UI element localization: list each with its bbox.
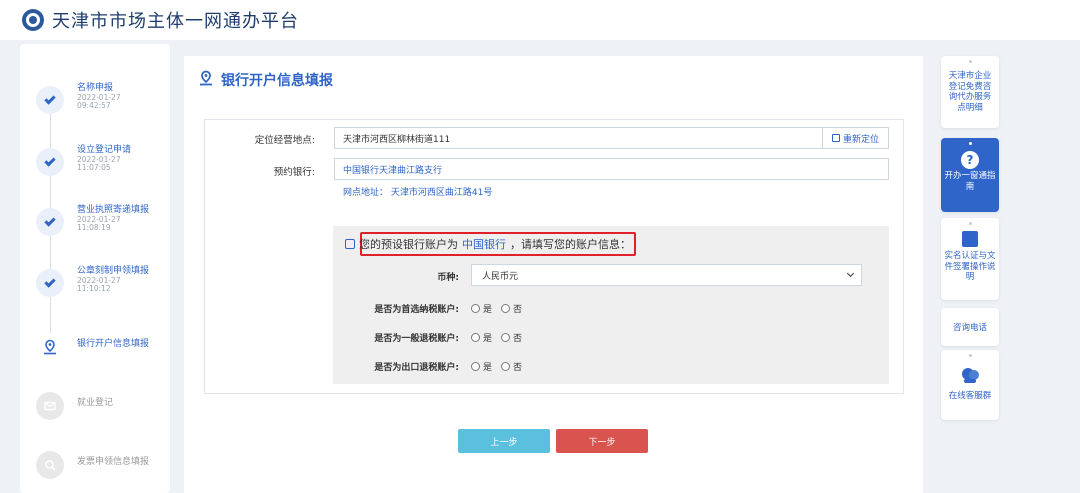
step-item-invoice[interactable]: 发票申领信息填报 bbox=[36, 449, 170, 489]
page-title: 银行开户信息填报 bbox=[198, 70, 333, 90]
site-logo-icon bbox=[22, 9, 44, 31]
radio-yes-label: 是 bbox=[483, 363, 493, 373]
tax-refund-yes[interactable]: 是 bbox=[471, 331, 492, 344]
tax-refund-label: 是否为一般退税账户: bbox=[374, 334, 459, 344]
radio-icon bbox=[471, 333, 480, 342]
location-label: 定位经营地点: bbox=[254, 135, 315, 146]
tax-primary-no[interactable]: 否 bbox=[501, 302, 522, 315]
export-refund-yes[interactable]: 是 bbox=[471, 360, 492, 373]
export-refund-radio-group: 是 否 bbox=[471, 360, 531, 373]
radio-no-label: 否 bbox=[513, 363, 523, 373]
location-value: 天津市河西区柳林街道111 bbox=[343, 134, 451, 145]
step-item-name-application[interactable]: 名称申报 2022-01-27 09:42:57 bbox=[36, 83, 170, 124]
next-step-button[interactable]: 下一步 bbox=[556, 429, 648, 453]
step-item-employment[interactable]: 就业登记 bbox=[36, 390, 170, 430]
radio-yes-label: 是 bbox=[483, 305, 493, 315]
radio-icon bbox=[471, 304, 480, 313]
location-pin-icon bbox=[36, 333, 64, 361]
prev-step-button[interactable]: 上一步 bbox=[458, 429, 550, 453]
step-item-license-delivery[interactable]: 营业执照寄递填报 2022-01-27 11:08:19 bbox=[36, 205, 170, 246]
radio-icon bbox=[471, 362, 480, 371]
account-message: 您的预设银行账户为 中国银行 ，请填写您的账户信息： bbox=[345, 236, 631, 252]
check-icon bbox=[36, 86, 64, 114]
page-title-text: 银行开户信息填报 bbox=[221, 73, 333, 89]
tax-refund-no[interactable]: 否 bbox=[501, 331, 522, 344]
guide-widget[interactable]: ? 开办一窗通指南 bbox=[941, 138, 999, 212]
export-refund-no[interactable]: 否 bbox=[501, 360, 522, 373]
location-pin-icon bbox=[198, 70, 221, 90]
step-item-registration[interactable]: 设立登记申请 2022-01-27 11:07:05 bbox=[36, 145, 170, 186]
step-item-bank-account[interactable]: 银行开户信息填报 bbox=[36, 331, 170, 371]
export-refund-label: 是否为出口退税账户: bbox=[374, 363, 459, 373]
radio-icon bbox=[501, 362, 511, 371]
radio-icon bbox=[501, 333, 511, 342]
account-msg-bank: 中国银行 bbox=[462, 238, 506, 251]
chat-group-icon bbox=[960, 367, 980, 385]
top-header: 天津市市场主体一网通办平台 bbox=[0, 0, 1080, 40]
tax-refund-radio-group: 是 否 bbox=[471, 331, 531, 344]
question-icon: ? bbox=[961, 151, 979, 169]
relocate-label: 重新定位 bbox=[842, 134, 879, 145]
consult-fee-label: 天津市企业登记免费咨询代办服务点明细 bbox=[948, 71, 992, 113]
bank-value: 中国银行天津曲江路支行 bbox=[343, 165, 443, 176]
radio-no-label: 否 bbox=[513, 334, 523, 344]
widget-dot bbox=[968, 60, 972, 63]
phone-widget[interactable]: 咨询电话 bbox=[941, 308, 999, 346]
step-time: 11:10:12 bbox=[77, 284, 111, 294]
step-time: 09:42:57 bbox=[77, 101, 111, 111]
step-label: 就业登记 bbox=[77, 398, 114, 408]
radio-no-label: 否 bbox=[513, 305, 523, 315]
relocate-button[interactable]: 重新定位 bbox=[822, 128, 888, 148]
widget-dot bbox=[968, 222, 972, 225]
online-service-label: 在线客服群 bbox=[948, 391, 992, 401]
guide-label: 开办一窗通指南 bbox=[944, 171, 996, 192]
invoice-search-icon bbox=[36, 451, 64, 479]
check-icon bbox=[36, 269, 64, 297]
radio-icon bbox=[501, 304, 511, 313]
realname-label: 实名认证与文件签署操作说明 bbox=[944, 251, 996, 283]
consult-fee-widget[interactable]: 天津市企业登记免费咨询代办服务点明细 bbox=[941, 56, 999, 128]
currency-label: 币种: bbox=[437, 273, 459, 283]
radio-yes-label: 是 bbox=[483, 334, 493, 344]
bank-form: 定位经营地点: 天津市河西区柳林街道111 重新定位 预约银行: 中国银行天津曲… bbox=[204, 119, 904, 394]
site-title: 天津市市场主体一网通办平台 bbox=[52, 11, 299, 32]
step-label: 银行开户信息填报 bbox=[77, 339, 150, 349]
account-msg-prefix: 您的预设银行账户为 bbox=[359, 238, 458, 251]
envelope-icon bbox=[36, 392, 64, 420]
step-time: 11:08:19 bbox=[77, 223, 111, 233]
edit-icon bbox=[345, 239, 355, 249]
realname-widget[interactable]: 实名认证与文件签署操作说明 bbox=[941, 218, 999, 300]
online-service-widget[interactable]: 在线客服群 bbox=[941, 350, 999, 420]
step-time: 11:07:05 bbox=[77, 163, 111, 173]
branch-address: 网点地址： 天津市河西区曲江路41号 bbox=[343, 188, 493, 198]
account-info-box: 您的预设银行账户为 中国银行 ，请填写您的账户信息： 币种: 人民币元 是否为首… bbox=[333, 226, 889, 384]
chevron-down-icon bbox=[846, 269, 855, 278]
location-input[interactable]: 天津市河西区柳林街道111 重新定位 bbox=[334, 127, 889, 149]
widget-dot bbox=[968, 354, 972, 357]
bank-label: 预约银行: bbox=[273, 167, 315, 178]
step-sidebar: 名称申报 2022-01-27 09:42:57 设立登记申请 2022-01-… bbox=[20, 44, 170, 493]
tax-primary-radio-group: 是 否 bbox=[471, 302, 531, 315]
currency-select[interactable]: 人民币元 bbox=[471, 264, 862, 286]
tax-primary-label: 是否为首选纳税账户: bbox=[374, 305, 459, 315]
relocate-icon bbox=[831, 134, 840, 142]
document-icon bbox=[962, 231, 978, 247]
main-panel: 银行开户信息填报 定位经营地点: 天津市河西区柳林街道111 重新定位 预约银行… bbox=[184, 56, 923, 493]
step-item-seal[interactable]: 公章刻制申领填报 2022-01-27 11:10:12 bbox=[36, 266, 170, 307]
step-label: 发票申领信息填报 bbox=[77, 457, 150, 467]
phone-label: 咨询电话 bbox=[952, 323, 987, 333]
check-icon bbox=[36, 148, 64, 176]
currency-value: 人民币元 bbox=[482, 271, 519, 282]
tax-primary-yes[interactable]: 是 bbox=[471, 302, 492, 315]
account-msg-suffix: ，请填写您的账户信息： bbox=[510, 238, 631, 251]
bank-input[interactable]: 中国银行天津曲江路支行 bbox=[334, 158, 889, 180]
widget-dot bbox=[968, 142, 972, 145]
check-icon bbox=[36, 208, 64, 236]
